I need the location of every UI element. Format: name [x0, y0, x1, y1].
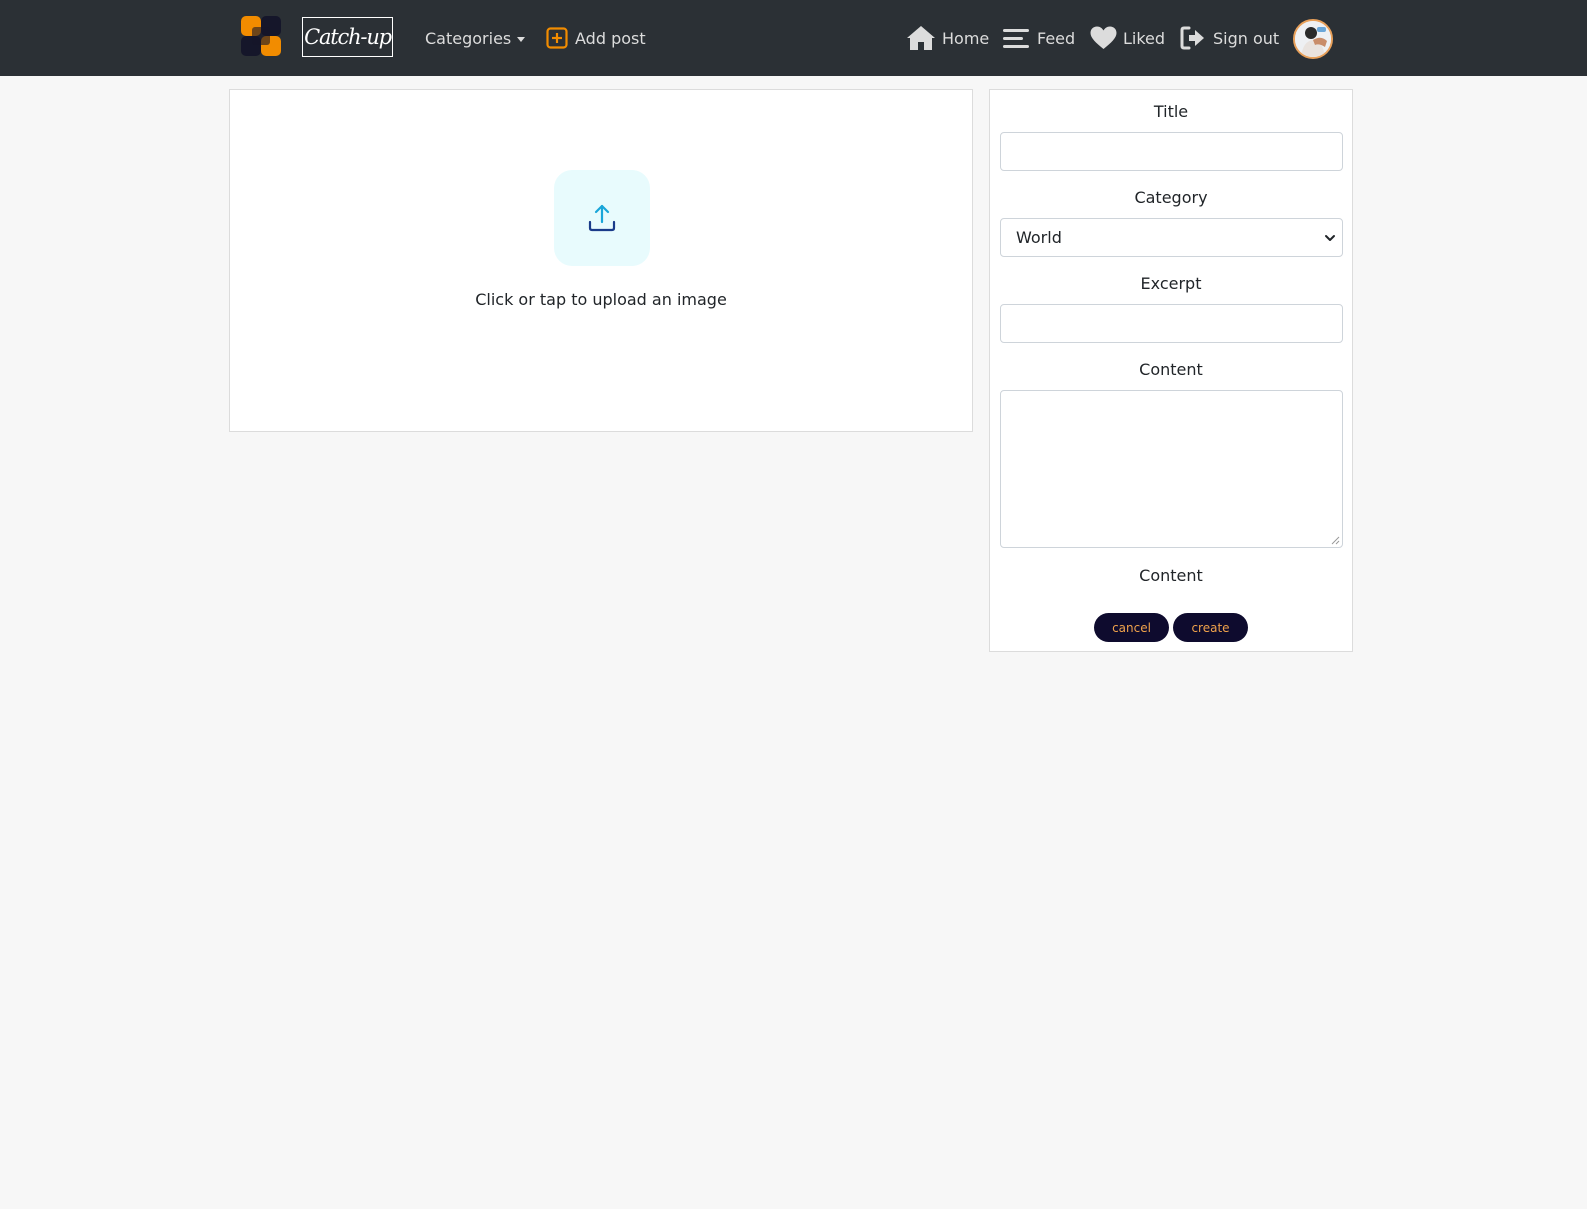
signout-link[interactable]: Sign out — [1180, 20, 1279, 56]
category-selected-value: World — [1016, 228, 1062, 247]
logo-icon[interactable] — [240, 15, 282, 57]
heart-icon — [1090, 26, 1117, 49]
sign-out-icon — [1180, 26, 1204, 50]
upload-icon — [588, 204, 616, 232]
categories-label: Categories — [425, 28, 512, 48]
category-label: Category — [1134, 188, 1208, 207]
avatar[interactable] — [1293, 19, 1333, 59]
content-label-secondary: Content — [1139, 566, 1203, 585]
excerpt-label: Excerpt — [1140, 274, 1202, 293]
upload-icon-box[interactable] — [554, 170, 650, 266]
home-label: Home — [942, 28, 990, 48]
brand-logo[interactable]: Catch-up — [302, 17, 393, 57]
feed-link[interactable]: Feed — [1003, 20, 1075, 56]
navbar: Catch-up Categories Add post Home Feed L… — [0, 0, 1587, 76]
plus-square-icon — [546, 27, 568, 49]
create-button[interactable]: create — [1173, 613, 1248, 642]
liked-label: Liked — [1123, 28, 1166, 48]
title-label: Title — [1153, 102, 1189, 121]
upload-instruction: Click or tap to upload an image — [475, 290, 727, 309]
add-post-link[interactable]: Add post — [546, 20, 646, 56]
bars-icon — [1003, 29, 1029, 48]
home-icon — [907, 26, 935, 50]
title-input[interactable] — [1000, 132, 1343, 171]
categories-dropdown[interactable]: Categories — [425, 20, 526, 56]
image-upload-area[interactable]: Click or tap to upload an image — [229, 89, 973, 432]
excerpt-input[interactable] — [1000, 304, 1343, 343]
resize-grip-icon[interactable] — [1330, 535, 1340, 545]
home-link[interactable]: Home — [906, 20, 989, 56]
category-select[interactable]: World — [1000, 218, 1343, 257]
content-label: Content — [1139, 360, 1203, 379]
feed-label: Feed — [1037, 28, 1076, 48]
caret-down-icon — [517, 36, 526, 42]
add-post-label: Add post — [575, 28, 646, 48]
signout-label: Sign out — [1213, 28, 1280, 48]
cancel-button[interactable]: cancel — [1094, 613, 1169, 642]
chevron-down-icon — [1325, 235, 1335, 241]
content-textarea[interactable] — [1000, 390, 1343, 548]
post-form: Title Category World Excerpt Content Con… — [989, 89, 1353, 652]
liked-link[interactable]: Liked — [1090, 20, 1165, 56]
